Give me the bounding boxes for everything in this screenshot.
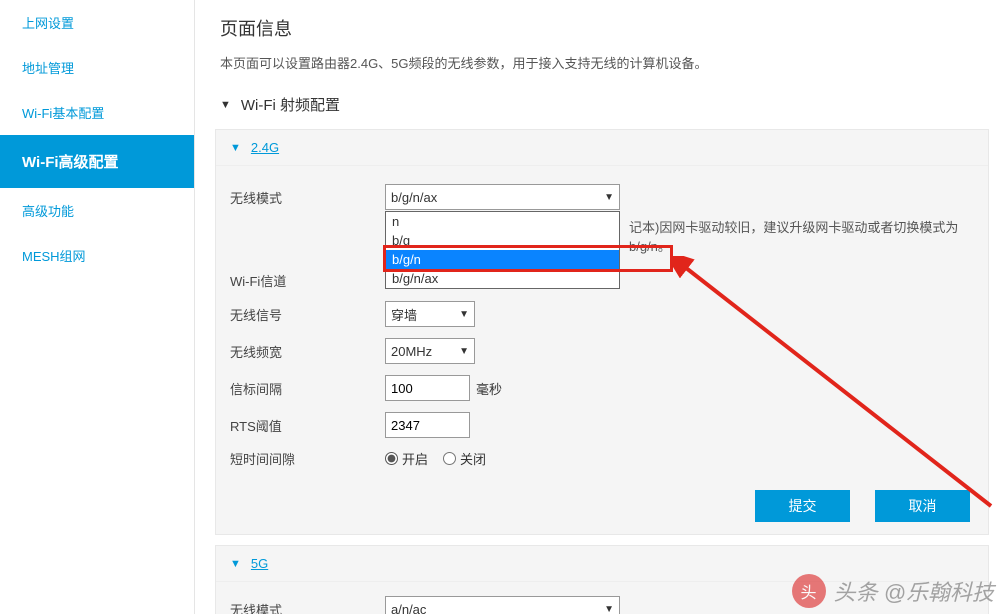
rts-input[interactable] — [385, 412, 470, 438]
wireless-mode-select[interactable]: b/g/n/ax ▼ — [385, 184, 620, 210]
short-gap-off[interactable]: 关闭 — [443, 449, 486, 468]
beacon-unit: 毫秒 — [476, 379, 502, 398]
dropdown-option-n[interactable]: n — [386, 212, 619, 231]
beacon-input[interactable] — [385, 375, 470, 401]
triangle-down-icon: ▼ — [230, 558, 241, 570]
wireless-mode-5g-select[interactable]: a/n/ac ▼ — [385, 596, 620, 614]
beacon-label: 信标间隔 — [230, 379, 385, 398]
signal-select[interactable]: 穿墙 ▼ — [385, 301, 475, 327]
watermark-text: 头条 @乐翰科技 — [834, 575, 994, 607]
signal-label: 无线信号 — [230, 305, 385, 324]
chevron-down-icon: ▼ — [459, 309, 469, 320]
wireless-mode-hint: 记本)因网卡驱动较旧，建议升级网卡驱动或者切换模式为b/g/n。 — [629, 217, 988, 255]
panel-24g: ▼ 2.4G 无线模式 b/g/n/ax ▼ n b/g b/g/n b/g/n… — [215, 129, 989, 535]
triangle-down-icon: ▼ — [230, 142, 241, 154]
wireless-mode-5g-label: 无线模式 — [230, 600, 385, 614]
sidebar: 上网设置 地址管理 Wi-Fi基本配置 Wi-Fi高级配置 高级功能 MESH组… — [0, 0, 195, 614]
sidebar-item-mesh[interactable]: MESH组网 — [0, 233, 194, 278]
wireless-mode-5g-value: a/n/ac — [391, 602, 426, 614]
sidebar-item-internet[interactable]: 上网设置 — [0, 0, 194, 45]
short-gap-label: 短时间间隙 — [230, 449, 385, 468]
channel-label: Wi-Fi信道 — [230, 271, 385, 290]
dropdown-option-bgn[interactable]: b/g/n — [386, 250, 619, 269]
sidebar-item-advanced[interactable]: 高级功能 — [0, 188, 194, 233]
short-gap-off-label: 关闭 — [460, 449, 486, 468]
watermark-icon: 头 — [792, 574, 826, 608]
cancel-button[interactable]: 取消 — [875, 490, 970, 522]
bandwidth-value: 20MHz — [391, 344, 432, 359]
section-rf-header[interactable]: ▼ Wi-Fi 射频配置 — [220, 94, 989, 115]
panel-24g-header[interactable]: ▼ 2.4G — [216, 130, 988, 166]
sidebar-item-address[interactable]: 地址管理 — [0, 45, 194, 90]
wireless-mode-dropdown: n b/g b/g/n b/g/n/ax — [385, 211, 620, 289]
sidebar-item-wifi-advanced[interactable]: Wi-Fi高级配置 — [0, 135, 194, 188]
dropdown-option-bg[interactable]: b/g — [386, 231, 619, 250]
page-desc: 本页面可以设置路由器2.4G、5G频段的无线参数，用于接入支持无线的计算机设备。 — [220, 53, 989, 72]
radio-off[interactable] — [443, 452, 456, 465]
section-rf-title: Wi-Fi 射频配置 — [241, 94, 340, 115]
short-gap-on[interactable]: 开启 — [385, 449, 428, 468]
triangle-down-icon: ▼ — [220, 99, 231, 111]
rts-label: RTS阈值 — [230, 416, 385, 435]
panel-5g-title: 5G — [251, 556, 268, 571]
wireless-mode-label: 无线模式 — [230, 188, 385, 207]
signal-value: 穿墙 — [391, 305, 417, 324]
panel-24g-title: 2.4G — [251, 140, 279, 155]
bandwidth-label: 无线频宽 — [230, 342, 385, 361]
main-content: 页面信息 本页面可以设置路由器2.4G、5G频段的无线参数，用于接入支持无线的计… — [195, 0, 1004, 614]
chevron-down-icon: ▼ — [604, 604, 614, 614]
page-title: 页面信息 — [220, 15, 989, 41]
submit-button[interactable]: 提交 — [755, 490, 850, 522]
watermark: 头 头条 @乐翰科技 — [792, 574, 994, 608]
bandwidth-select[interactable]: 20MHz ▼ — [385, 338, 475, 364]
chevron-down-icon: ▼ — [604, 192, 614, 203]
chevron-down-icon: ▼ — [459, 346, 469, 357]
dropdown-option-bgnax[interactable]: b/g/n/ax — [386, 269, 619, 288]
wireless-mode-value: b/g/n/ax — [391, 190, 437, 205]
short-gap-on-label: 开启 — [402, 449, 428, 468]
sidebar-item-wifi-basic[interactable]: Wi-Fi基本配置 — [0, 90, 194, 135]
radio-on[interactable] — [385, 452, 398, 465]
